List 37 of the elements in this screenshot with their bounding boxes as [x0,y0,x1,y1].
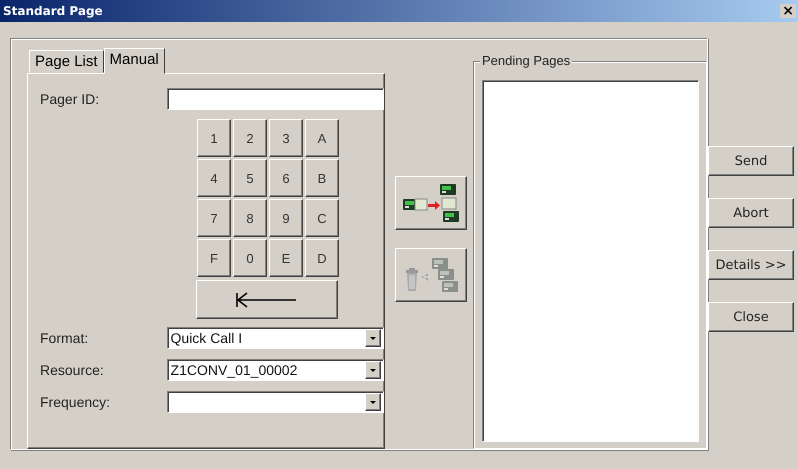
dropdown-field[interactable]: Z1CONV_01_00002 [166,358,384,380]
keypad-key[interactable]: 3 [269,119,303,157]
close-button[interactable]: × [780,4,796,18]
dropdown-field[interactable] [166,390,384,412]
pager-transfer-icon [402,182,460,224]
backspace-button[interactable] [196,280,338,319]
keypad-key[interactable]: F [197,239,231,277]
dialog-button[interactable]: Details >> [708,250,794,280]
tab[interactable]: Manual [104,48,165,74]
field-label: Pager ID: [40,91,100,107]
keypad-key[interactable]: 8 [233,199,267,237]
keypad-key[interactable]: 4 [197,159,231,197]
keypad-key[interactable]: 0 [233,239,267,277]
keypad-key[interactable]: 6 [269,159,303,197]
backspace-arrow-icon [235,292,299,308]
dialog-button[interactable]: Close [708,302,794,332]
tab[interactable]: Page List [29,50,104,73]
field-label: Resource: [40,362,105,378]
keypad-key[interactable]: E [269,239,303,277]
field-label: Format: [40,330,90,346]
keypad-key[interactable]: C [305,199,339,237]
keypad-key[interactable]: A [305,119,339,157]
window-title: Standard Page [2,4,103,18]
add-page-button[interactable] [395,176,467,230]
dialog-button[interactable]: Send [708,146,794,176]
keypad-key[interactable]: 7 [197,199,231,237]
field-label: Frequency: [40,394,112,410]
keypad-key[interactable]: D [305,239,339,277]
keypad-key[interactable]: 1 [197,119,231,157]
group-title: Pending Pages [480,53,572,68]
dialog-button[interactable]: Abort [708,198,794,228]
keypad-key[interactable]: 2 [233,119,267,157]
keypad-key[interactable]: 9 [269,199,303,237]
dropdown-field[interactable]: Quick Call I [166,326,384,348]
keypad-key[interactable]: B [305,159,339,197]
pager-id-field[interactable] [166,88,384,110]
keypad-key[interactable]: 5 [233,159,267,197]
